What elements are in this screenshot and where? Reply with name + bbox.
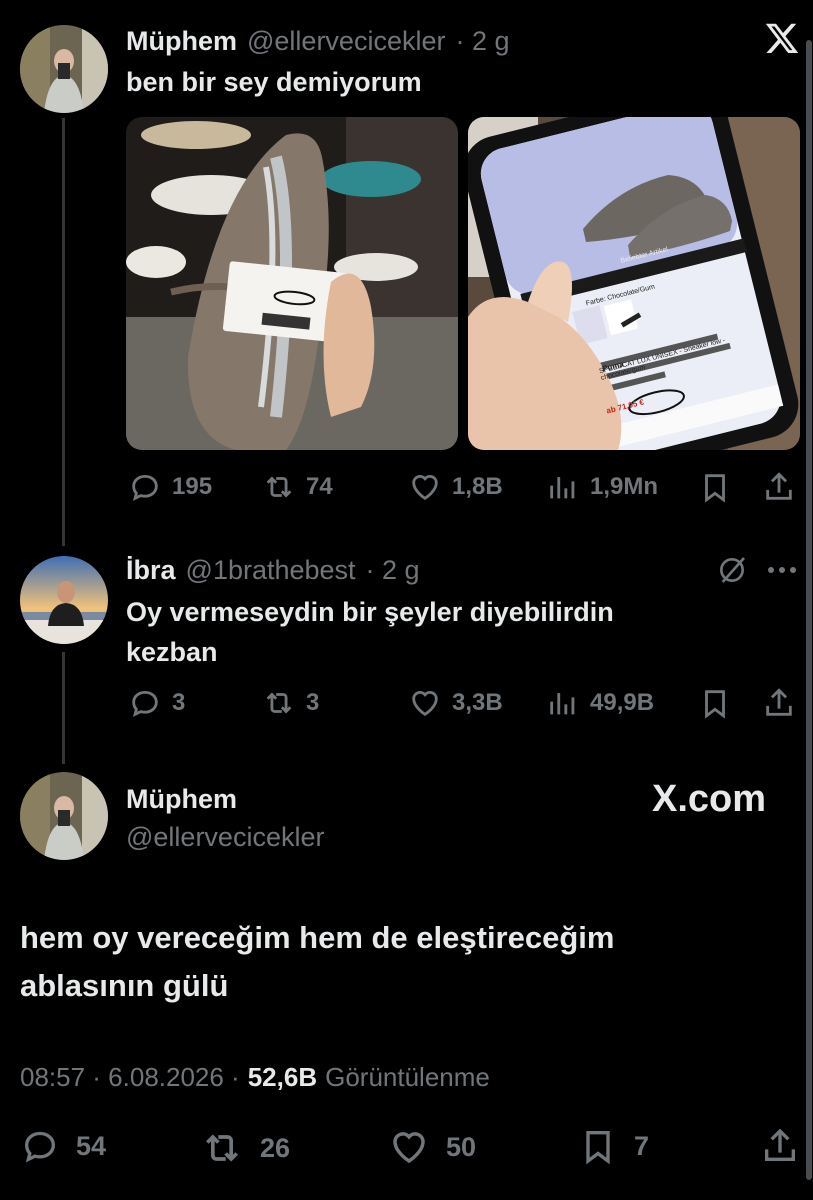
heart-icon	[412, 475, 438, 501]
like-button[interactable]: 1,8B	[408, 470, 503, 504]
retweet-count: 26	[260, 1132, 291, 1163]
like-count: 3,3B	[452, 689, 503, 716]
x-com-watermark: X.com	[652, 778, 766, 821]
heart-icon	[412, 691, 438, 717]
x-logo-icon	[763, 20, 801, 56]
retweet-icon	[266, 692, 292, 714]
bookmark-icon	[586, 1131, 610, 1165]
author-name[interactable]: Müphem	[126, 784, 237, 815]
like-button[interactable]: 50	[388, 1126, 476, 1168]
reply-icon	[132, 690, 158, 717]
views-label: Görüntülenme	[325, 1062, 490, 1092]
avatar[interactable]	[20, 772, 108, 860]
share-icon	[765, 1128, 795, 1161]
retweet-count: 3	[306, 689, 320, 716]
views-count: 52,6B	[247, 1062, 318, 1092]
author-handle[interactable]: @1brathebest	[186, 555, 356, 586]
views-count: 1,9Mn	[590, 473, 659, 500]
avatar[interactable]	[20, 556, 108, 644]
tweet-time[interactable]: · 2 g	[366, 555, 420, 586]
retweet-count: 74	[306, 473, 333, 500]
share-button[interactable]	[762, 686, 796, 720]
heart-icon	[393, 1132, 425, 1164]
bookmark-button[interactable]: 7	[578, 1126, 649, 1166]
retweet-icon	[266, 476, 292, 498]
scrollbar[interactable]	[806, 40, 812, 1180]
share-icon	[766, 472, 792, 500]
watermark-text: X.com	[652, 778, 767, 820]
author-name[interactable]: İbra	[126, 555, 176, 586]
retweet-button[interactable]: 74	[262, 470, 333, 504]
author-handle[interactable]: @ellervecicekler	[126, 822, 324, 853]
views-button[interactable]: 49,9B	[546, 686, 654, 720]
share-button[interactable]	[760, 1126, 800, 1166]
reply-count: 3	[172, 689, 186, 716]
reply-count: 54	[76, 1130, 107, 1161]
more-options-icon[interactable]	[766, 565, 798, 575]
tweet-time[interactable]: · 2 g	[455, 26, 509, 57]
reply-count: 195	[172, 473, 213, 500]
tweet-photo[interactable]	[126, 117, 458, 450]
views-icon	[550, 693, 575, 715]
bookmark-icon	[705, 690, 725, 719]
reply-icon	[24, 1131, 56, 1163]
retweet-icon	[206, 1134, 238, 1162]
retweet-button[interactable]: 26	[200, 1126, 290, 1170]
views-count: 49,9B	[590, 689, 655, 716]
views-button[interactable]: 1,9Mn	[546, 470, 658, 504]
tweet-text: Oy vermeseydin bir şeyler diyebilirdin k…	[126, 597, 614, 667]
tweet-text: hem oy vereceğim hem de eleştireceğim ab…	[20, 920, 615, 1003]
like-count: 50	[446, 1131, 477, 1162]
grok-icon[interactable]	[716, 554, 748, 586]
avatar[interactable]	[20, 25, 108, 113]
author-handle[interactable]: @ellervecicekler	[247, 26, 445, 57]
bookmark-button[interactable]	[698, 470, 732, 504]
views-icon	[550, 477, 575, 499]
bookmark-icon	[705, 474, 725, 503]
retweet-button[interactable]: 3	[262, 686, 319, 720]
tweet-text: ben bir sey demiyorum	[126, 67, 422, 97]
author-name[interactable]: Müphem	[126, 26, 237, 57]
thread-line	[62, 652, 65, 764]
reply-button[interactable]: 3	[128, 686, 185, 720]
like-count: 1,8B	[452, 473, 503, 500]
reply-button[interactable]: 195	[128, 470, 212, 504]
reply-icon	[132, 474, 158, 501]
share-icon	[766, 688, 792, 716]
share-button[interactable]	[762, 470, 796, 504]
thread-line	[62, 118, 65, 546]
tweet-timestamp[interactable]: 08:57 · 6.08.2026 ·	[20, 1062, 240, 1093]
reply-button[interactable]: 54	[20, 1126, 106, 1166]
like-button[interactable]: 3,3B	[408, 686, 503, 720]
bookmark-button[interactable]	[698, 686, 732, 720]
bookmark-count: 7	[634, 1130, 650, 1161]
